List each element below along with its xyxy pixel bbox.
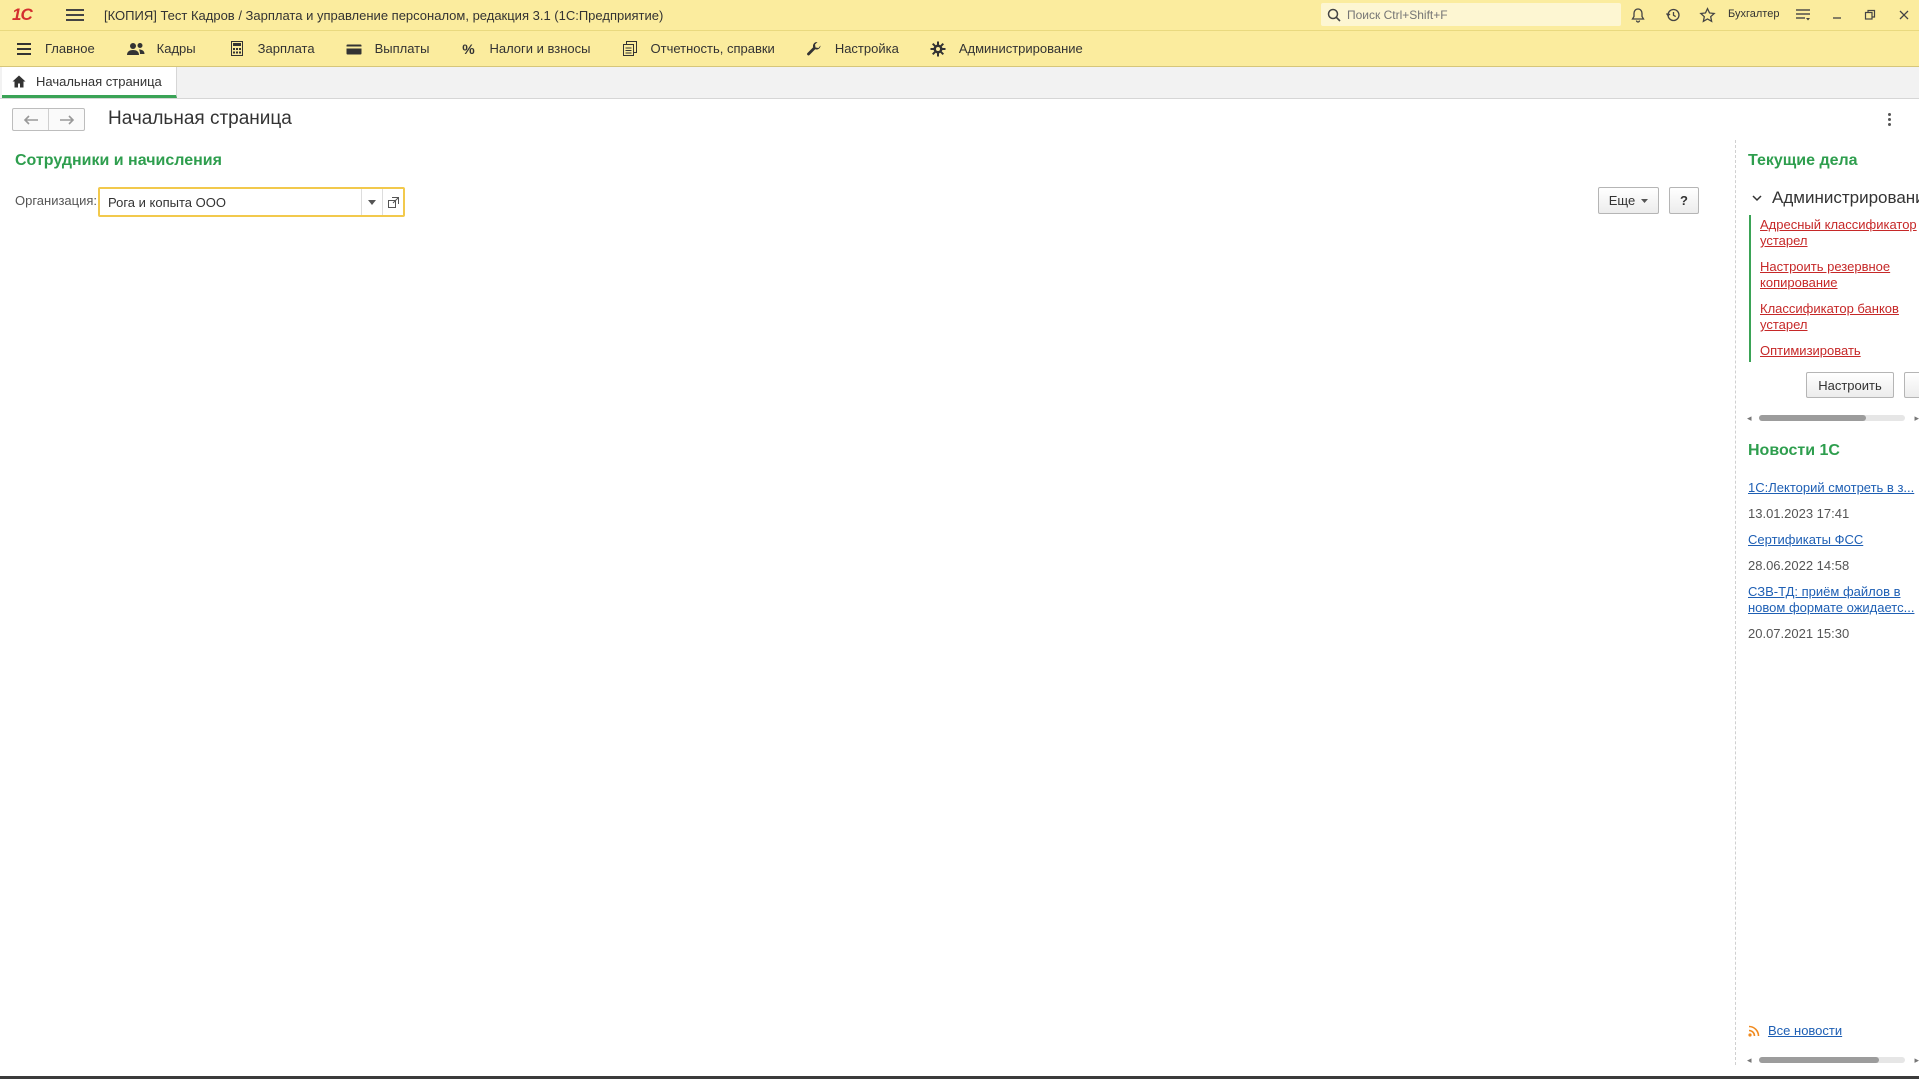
chevron-down-icon: [368, 199, 376, 205]
menu-item-label: Кадры: [156, 41, 196, 56]
todo-title: Текущие дела: [1748, 152, 1858, 169]
news-link[interactable]: 1С:Лекторий смотреть в з...: [1748, 480, 1914, 496]
people-icon: [126, 40, 145, 58]
history-nav: [12, 108, 85, 131]
section-title: Сотрудники и начисления: [15, 152, 222, 169]
restore-icon[interactable]: [1860, 5, 1880, 25]
wallet-icon: [345, 40, 363, 58]
wrench-icon: [805, 40, 823, 58]
todo-item[interactable]: Оптимизировать: [1760, 343, 1919, 359]
documents-icon: [621, 40, 639, 58]
menu-item-label: Администрирование: [958, 41, 1083, 56]
news-link[interactable]: СЗВ-ТД: приём файлов в новом формате ожид…: [1748, 584, 1914, 616]
scroll-left-icon[interactable]: ◂: [1747, 1055, 1752, 1066]
more-button-label: Еще: [1608, 193, 1636, 208]
search-icon: [1327, 8, 1341, 22]
arrow-right-icon: [59, 114, 74, 125]
todo-scrollbar[interactable]: ◂ ▸: [1745, 411, 1919, 425]
news-title: Новости 1С: [1748, 442, 1840, 459]
tab-home[interactable]: Начальная страница: [2, 67, 177, 98]
more-actions-icon[interactable]: [1885, 110, 1893, 128]
scroll-right-icon[interactable]: ▸: [1914, 413, 1919, 424]
more-button[interactable]: Еще: [1598, 187, 1659, 214]
help-button[interactable]: ?: [1669, 187, 1699, 214]
dropdown-button[interactable]: [361, 189, 382, 215]
chevron-down-icon: [1641, 198, 1649, 203]
percent-icon: %: [462, 40, 475, 57]
minimize-icon[interactable]: [1827, 5, 1847, 25]
scroll-right-icon[interactable]: ▸: [1914, 1055, 1919, 1066]
menu-item-taxes[interactable]: % Налоги и взносы: [459, 31, 590, 66]
history-icon[interactable]: [1663, 5, 1683, 25]
search-input[interactable]: [1345, 6, 1609, 23]
tab-bar: Начальная страница: [0, 67, 1919, 99]
tab-label: Начальная страница: [36, 73, 162, 89]
arrow-left-icon: [23, 114, 38, 125]
news-link[interactable]: Сертификаты ФСС: [1748, 532, 1863, 548]
open-link-icon: [387, 196, 399, 208]
menu-item-label: Налоги и взносы: [489, 41, 591, 56]
menu-item-salary[interactable]: Зарплата: [228, 31, 315, 66]
chevron-down-icon: [1752, 194, 1762, 201]
star-icon[interactable]: [1697, 5, 1717, 25]
menu-item-label: Выплаты: [374, 41, 430, 56]
news-date: 20.07.2021 15:30: [1748, 626, 1850, 641]
bell-icon[interactable]: [1628, 5, 1648, 25]
calculator-icon: [228, 40, 246, 58]
todo-item[interactable]: Настроить резервное копирование: [1760, 259, 1919, 291]
menu-item-label: Настройка: [834, 41, 899, 56]
todo-extra-button[interactable]: [1904, 372, 1919, 398]
1c-logo: 1С: [12, 5, 33, 24]
organization-label: Организация:: [15, 193, 98, 208]
home-icon: [12, 75, 26, 87]
panel-divider: [1735, 140, 1736, 1065]
main-menu-icon[interactable]: [66, 9, 84, 21]
news-date: 28.06.2022 14:58: [1748, 558, 1850, 573]
menu-item-admin[interactable]: Администрирование: [929, 31, 1083, 66]
close-icon[interactable]: [1894, 5, 1914, 25]
all-news-label: Все новости: [1768, 1023, 1843, 1038]
back-button[interactable]: [13, 109, 49, 130]
todo-group-label: Администрирование: [1772, 188, 1919, 207]
scroll-left-icon[interactable]: ◂: [1747, 413, 1752, 424]
todo-list: Адресный классификатор устарел Настроить …: [1749, 215, 1919, 362]
menu-item-payments[interactable]: Выплаты: [345, 31, 430, 66]
menu-item-hr[interactable]: Кадры: [126, 31, 196, 66]
configure-button[interactable]: Настроить: [1806, 372, 1894, 398]
todo-item[interactable]: Классификатор банков устарел: [1760, 301, 1919, 333]
news-scrollbar[interactable]: ◂ ▸: [1745, 1053, 1919, 1067]
news-date: 13.01.2023 17:41: [1748, 506, 1850, 521]
organization-input[interactable]: [106, 193, 361, 211]
rss-icon: [1748, 1025, 1760, 1037]
section-menu: Главное Кадры Зарплата Выплаты % Налоги …: [0, 30, 1919, 67]
window-title: [КОПИЯ] Тест Кадров / Зарплата и управле…: [104, 7, 664, 23]
menu-item-label: Отчетность, справки: [650, 41, 775, 56]
organization-field[interactable]: [98, 187, 405, 217]
all-news-link[interactable]: Все новости: [1748, 1023, 1842, 1038]
todo-group-admin[interactable]: Администрирование: [1752, 188, 1919, 208]
menu-item-reports[interactable]: Отчетность, справки: [621, 31, 775, 66]
global-search[interactable]: [1321, 3, 1621, 26]
page-title: Начальная страница: [108, 108, 292, 129]
menu-item-label: Зарплата: [257, 41, 315, 56]
menu-item-label: Главное: [45, 41, 95, 56]
forward-button[interactable]: [49, 109, 84, 130]
menu-item-main[interactable]: Главное: [15, 31, 95, 66]
open-button[interactable]: [382, 189, 403, 215]
settings-menu-icon[interactable]: [1793, 5, 1813, 25]
hamburger-icon: [15, 40, 33, 58]
menu-item-settings[interactable]: Настройка: [805, 31, 899, 66]
user-name[interactable]: Бухгалтер: [1728, 8, 1779, 20]
gear-icon: [929, 40, 947, 58]
todo-item[interactable]: Адресный классификатор устарел: [1760, 217, 1919, 249]
